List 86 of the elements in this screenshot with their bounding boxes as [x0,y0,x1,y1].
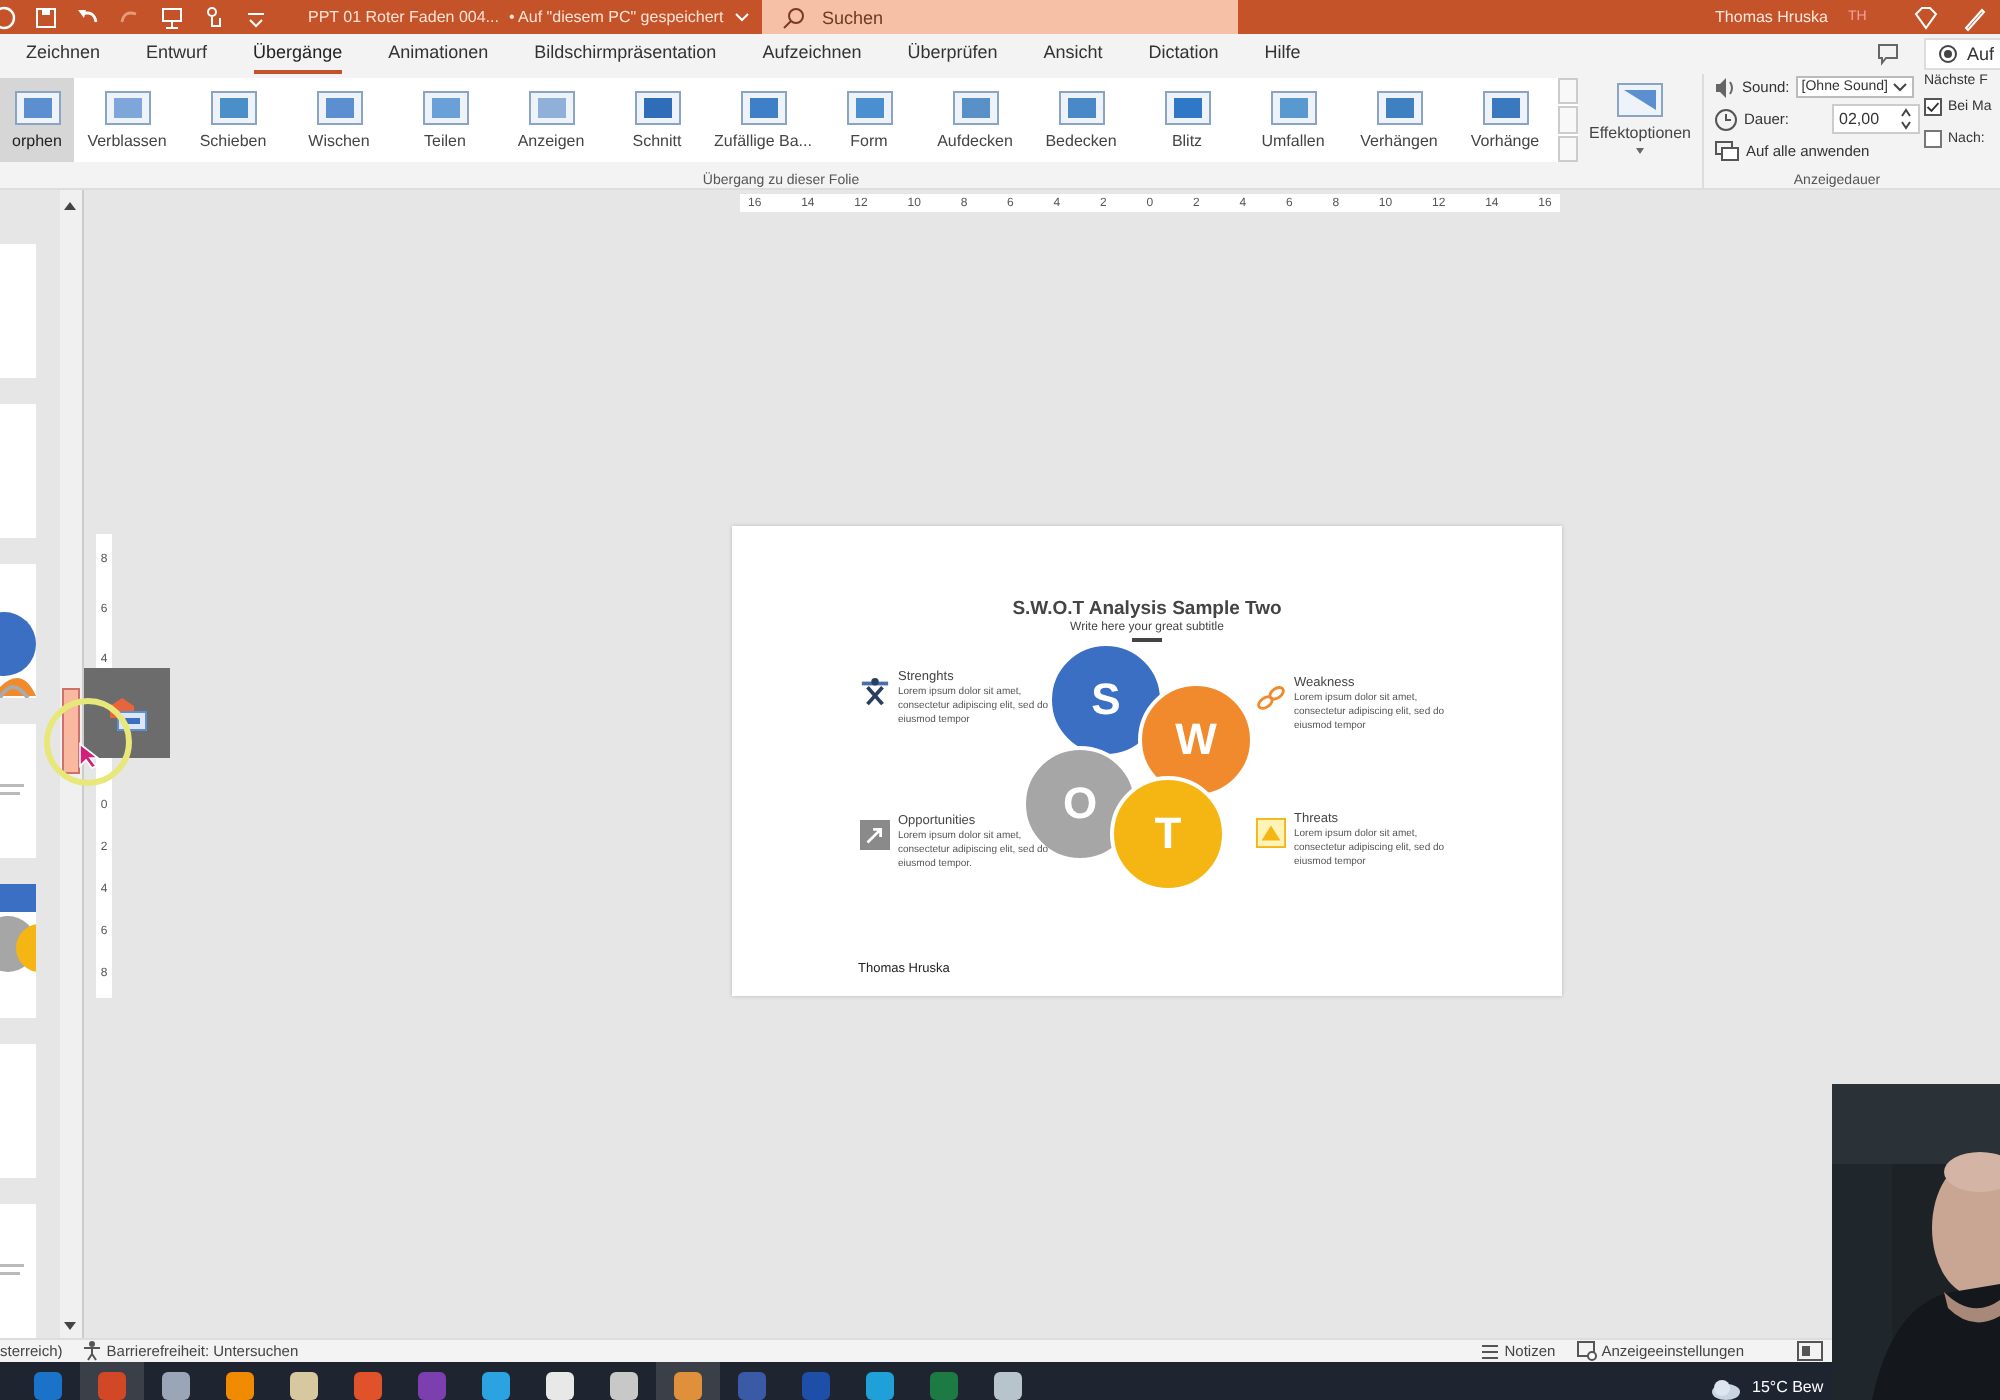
checkbox[interactable] [1924,130,1942,148]
slide-preview-icon [1163,90,1211,126]
file-name: PPT 01 Roter Faden 004... [308,8,499,26]
ribbon-tab[interactable]: Dictation [1148,34,1219,74]
slide-preview-icon [845,90,893,126]
touch-icon[interactable] [202,5,226,29]
clock-icon [1714,107,1738,131]
transition-option[interactable]: Schieben [180,78,286,162]
swot-circle: T [1110,776,1226,892]
save-icon[interactable] [34,5,58,29]
presentation-icon[interactable] [160,5,184,29]
scrollbar[interactable] [60,190,84,1338]
slide-thumbnail[interactable] [0,884,36,1018]
transition-option[interactable]: Umfallen [1240,78,1346,162]
ribbon-tab[interactable]: Entwurf [146,34,208,74]
ribbon-tab[interactable]: Überprüfen [907,34,998,74]
slide-stack-icon [105,693,149,733]
slide-title: S.W.O.T Analysis Sample Two [1012,598,1282,620]
user-name: Thomas Hruska [1715,8,1828,26]
pen-icon[interactable] [1960,3,1988,31]
transition-option[interactable]: Zufällige Ba... [710,78,816,162]
slide-preview-icon [103,90,151,126]
chain-link-icon [1256,682,1286,712]
record-icon [1938,44,1959,64]
transition-option[interactable]: orphen [0,78,74,162]
save-status: • Auf "diesem PC" gespeichert [508,8,724,26]
transition-option[interactable]: Teilen [392,78,498,162]
search-field[interactable]: Suchen [762,0,1238,34]
slide-preview-icon [1269,90,1317,126]
duration-spinner[interactable]: 02,00 [1831,104,1920,134]
slide-preview-icon [1481,90,1529,126]
checkbox[interactable] [1924,98,1942,116]
slide-preview-icon [951,90,999,126]
slide-preview-icon [13,90,61,126]
ribbon-tab[interactable]: Animationen [388,34,489,74]
record-button[interactable]: Auf [1924,38,2000,70]
transition-option[interactable]: Anzeigen [498,78,604,162]
transition-option[interactable]: Verhängen [1346,78,1452,162]
slide-thumbnail[interactable] [0,724,36,858]
effect-options-button[interactable]: Effektoptionen [1578,78,1702,162]
weightlifter-icon [860,676,890,706]
warning-icon [1256,818,1286,848]
transition-option[interactable]: Aufdecken [922,78,1028,162]
caret-icon [1891,82,1908,92]
transition-option[interactable]: Bedecken [1028,78,1134,162]
comment-icon[interactable] [1876,42,1901,66]
slide-thumbnail[interactable] [0,404,36,538]
slide-preview-icon [209,90,257,126]
slide-preview-icon [1057,90,1105,126]
cloud-icon [1708,1375,1744,1399]
slide-preview-icon [315,90,363,126]
search-icon [782,6,806,30]
slide-preview-icon [421,90,469,126]
notes-icon [1480,1340,1501,1362]
transition-option[interactable]: Verblassen [74,78,180,162]
transition-option[interactable]: Wischen [286,78,392,162]
slide-preview-icon [1375,90,1423,126]
ribbon-tab[interactable]: Aufzeichnen [762,34,862,74]
slide-preview-icon [1616,82,1664,118]
slide-thumbnail[interactable] [0,564,36,698]
document-title[interactable]: PPT 01 Roter Faden 004... • Auf "diesem PC" gespeichert [308,8,752,26]
slide-thumbnail[interactable] [0,244,36,378]
ribbon-tab[interactable]: Zeichnen [26,34,101,74]
transition-option[interactable]: Form [816,78,922,162]
transition-option[interactable]: Vorhänge [1452,78,1558,162]
slide-preview-icon [633,90,681,126]
normal-view-icon[interactable] [1796,1340,1824,1362]
ribbon-tab[interactable]: Hilfe [1264,34,1301,74]
drag-indicator [62,688,80,774]
ribbon-tab[interactable]: Ansicht [1043,34,1103,74]
slide-preview-icon [739,90,787,126]
transition-option[interactable]: Blitz [1134,78,1240,162]
transition-option[interactable]: Schnitt [604,78,710,162]
slide-thumbnail[interactable] [0,1044,36,1178]
weather-text[interactable]: 15°C Bew [1752,1378,1824,1396]
spin-arrows-icon [1899,108,1912,130]
slide-preview-icon [527,90,575,126]
apply-all-icon [1714,140,1740,162]
title-underline [1132,638,1162,642]
diamond-icon[interactable] [1912,3,1940,31]
chevron-icon [733,10,750,24]
speaker-icon [1714,75,1736,99]
slide-thumbnail[interactable] [0,1204,36,1338]
ribbon-tab[interactable]: Bildschirmpräsentation [534,34,717,74]
accessibility-icon [82,1340,103,1362]
check-icon [1926,100,1940,114]
